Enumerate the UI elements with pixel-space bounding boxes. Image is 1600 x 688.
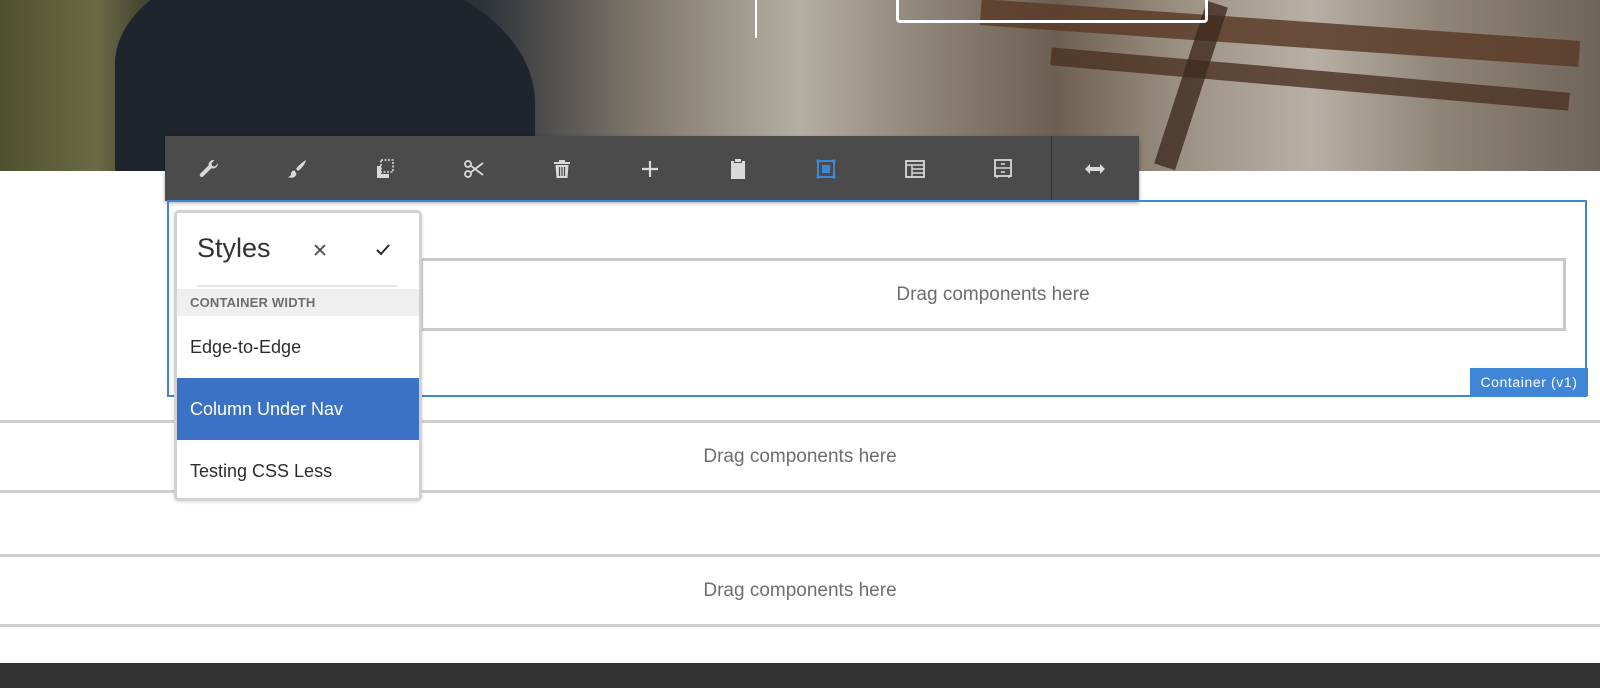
editor-canvas: Drag components here Container (v1) Drag… [0,0,1600,688]
brush-icon [288,159,307,178]
cut-button[interactable] [430,136,518,201]
popover-title: Styles [197,233,271,263]
close-icon [314,244,326,256]
container-badge[interactable]: Container (v1) [1470,368,1588,396]
paste-button[interactable] [694,136,782,201]
configure-button[interactable] [165,136,253,201]
confirm-button[interactable] [370,237,396,263]
select-parent-button[interactable] [782,136,870,201]
checkmark-icon [376,244,390,256]
group-button[interactable] [959,136,1047,201]
dropzone-label: Drag components here [703,579,897,601]
row-divider [0,624,1600,627]
styles-popover: Styles CONTAINER WIDTH Edge-to-Edge Colu… [174,210,422,501]
dropzone-label: Drag components here [703,445,897,467]
copy-icon [377,158,395,178]
resize-button[interactable] [1052,136,1139,201]
select-parent-icon [816,159,836,178]
scissors-icon [463,159,484,178]
plus-icon [642,160,659,177]
container-dropzone[interactable]: Drag components here [420,258,1566,331]
delete-button[interactable] [518,136,606,201]
layout-button[interactable] [871,136,959,201]
hero-divider [755,0,757,38]
clipboard-icon [731,158,746,179]
layout-icon [904,159,925,178]
copy-button[interactable] [341,136,429,201]
header-divider [197,285,397,287]
style-option-column-under-nav[interactable]: Column Under Nav [177,378,419,440]
row-dropzone[interactable]: Drag components here [0,557,1600,624]
wrench-icon [199,159,219,177]
insert-button[interactable] [606,136,694,201]
style-option-testing-css-less[interactable]: Testing CSS Less [177,440,419,498]
close-button[interactable] [307,237,333,263]
dropzone-label: Drag components here [896,283,1090,305]
section-heading: CONTAINER WIDTH [177,289,419,316]
hero-button-outline [896,0,1208,23]
footer-bar [0,663,1600,688]
resize-horizontal-icon [1085,163,1106,174]
cabinet-icon [993,158,1012,178]
styles-button[interactable] [253,136,341,201]
component-toolbar [165,136,1139,201]
popover-header: Styles [177,213,419,289]
style-option-edge-to-edge[interactable]: Edge-to-Edge [177,316,419,378]
trash-icon [553,159,570,178]
